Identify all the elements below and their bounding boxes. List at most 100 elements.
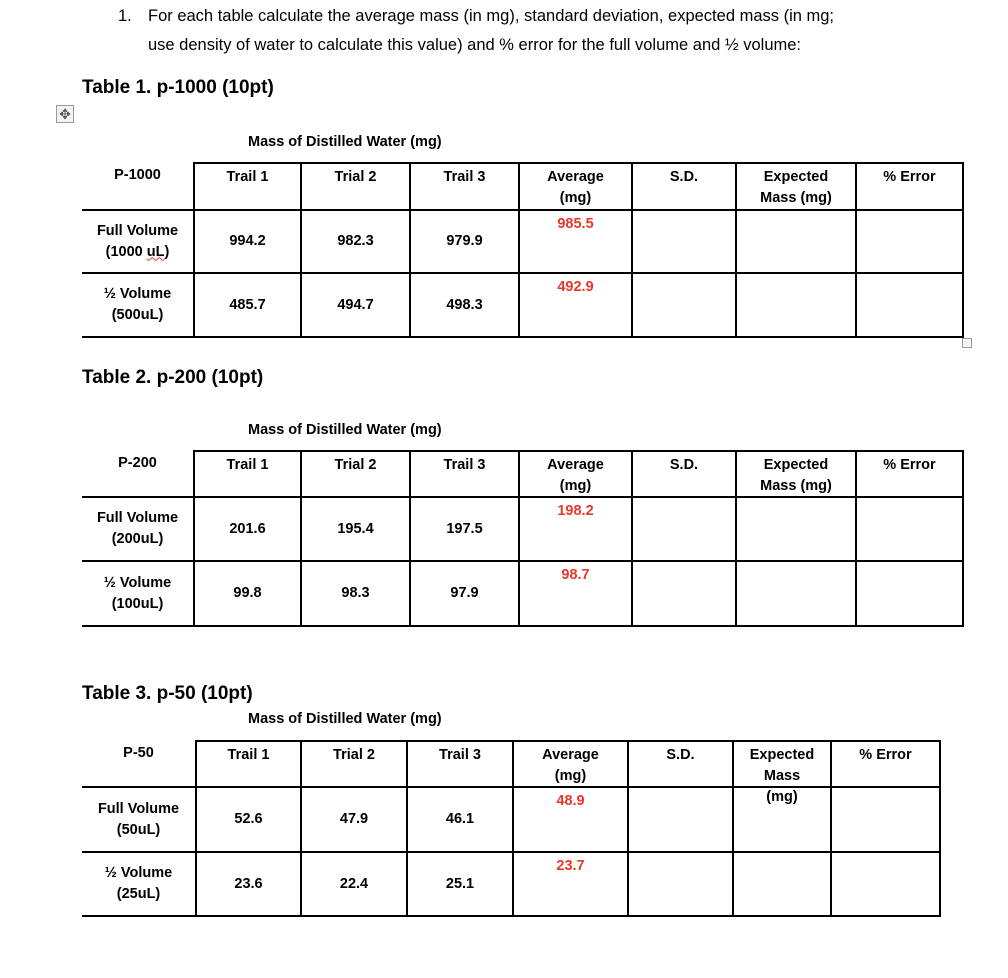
header-trial-1: Trail 1	[226, 169, 269, 185]
row-label: ½ Volume (100uL)	[82, 562, 193, 625]
percent-error-value[interactable]	[832, 788, 939, 851]
header-expected-mass: Expected Mass (mg)	[749, 747, 815, 805]
table-col-divider	[962, 450, 964, 627]
table-corner-label: P-50	[123, 745, 154, 761]
table-move-handle-icon[interactable]: ✥	[56, 105, 74, 123]
percent-error-value[interactable]	[857, 211, 962, 272]
row-label: ½ Volume (25uL)	[82, 853, 195, 915]
average-value[interactable]: 492.9	[520, 274, 631, 336]
expected-mass-value[interactable]	[734, 853, 830, 915]
trial-1-value[interactable]: 23.6	[197, 853, 300, 915]
table-row-divider	[82, 625, 964, 627]
trial-3-value[interactable]: 979.9	[411, 211, 518, 272]
header-average: Average (mg)	[547, 457, 604, 494]
percent-error-value[interactable]	[857, 274, 962, 336]
header-percent-error: % Error	[883, 169, 936, 185]
sd-value[interactable]	[633, 274, 735, 336]
trial-3-value[interactable]: 197.5	[411, 498, 518, 560]
expected-mass-value[interactable]	[737, 274, 855, 336]
table-resize-handle[interactable]	[962, 338, 972, 348]
row-label-line-1: ½ Volume	[103, 574, 172, 591]
table-title: Table 3. p-50 (10pt)	[82, 683, 253, 704]
row-label: Full Volume (1000 uL)	[82, 211, 193, 272]
trial-1-value[interactable]: 994.2	[195, 211, 300, 272]
table-row-divider	[82, 336, 964, 338]
sd-value[interactable]	[633, 498, 735, 560]
header-trial-3: Trail 3	[443, 169, 486, 185]
average-value[interactable]: 985.5	[520, 211, 631, 272]
header-trial-2: Trial 2	[334, 169, 377, 185]
average-value[interactable]: 98.7	[520, 562, 631, 625]
header-average: Average (mg)	[547, 169, 604, 206]
table-col-divider	[939, 740, 941, 917]
row-label-line-1: Full Volume	[97, 800, 180, 817]
spellcheck-underline: uL	[146, 243, 165, 260]
header-trial-3: Trail 3	[439, 747, 481, 763]
trial-3-value[interactable]: 46.1	[408, 788, 512, 851]
row-label-line-1: Full Volume	[96, 510, 179, 526]
average-value[interactable]: 198.2	[520, 498, 631, 560]
header-sd: S.D.	[666, 747, 695, 763]
trial-3-value[interactable]: 498.3	[411, 274, 518, 336]
trial-2-value[interactable]: 982.3	[302, 211, 409, 272]
header-expected-mass: Expected Mass (mg)	[760, 169, 832, 206]
sd-value[interactable]	[629, 788, 732, 851]
trial-3-value[interactable]: 97.9	[411, 562, 518, 625]
row-label-line-1: Full Volume	[96, 222, 179, 239]
trial-1-value[interactable]: 52.6	[197, 788, 300, 851]
trial-2-value[interactable]: 98.3	[302, 562, 409, 625]
header-trial-3: Trail 3	[443, 457, 486, 473]
table-caption: Mass of Distilled Water (mg)	[248, 711, 442, 727]
header-trial-2: Trial 2	[334, 457, 377, 473]
table-title: Table 1. p-1000 (10pt)	[82, 77, 274, 98]
expected-mass-value[interactable]	[737, 211, 855, 272]
expected-mass-value[interactable]	[737, 498, 855, 560]
sd-value[interactable]	[633, 211, 735, 272]
trial-1-value[interactable]: 99.8	[195, 562, 300, 625]
sd-value[interactable]	[633, 562, 735, 625]
header-percent-error: % Error	[859, 747, 912, 763]
instruction-line-1: For each table calculate the average mas…	[148, 7, 835, 25]
row-label-line-2: (100uL)	[111, 595, 164, 612]
sd-value[interactable]	[629, 853, 732, 915]
header-sd: S.D.	[669, 457, 699, 473]
header-percent-error: % Error	[883, 457, 936, 473]
table-corner-label: P-1000	[114, 167, 161, 183]
instruction-number: 1.	[118, 7, 132, 25]
trial-1-value[interactable]: 201.6	[195, 498, 300, 560]
header-trial-1: Trail 1	[226, 457, 269, 473]
expected-mass-value[interactable]	[734, 788, 830, 851]
header-trial-1: Trail 1	[227, 747, 270, 763]
row-label-line-1: ½ Volume	[103, 286, 172, 302]
trial-3-value[interactable]: 25.1	[408, 853, 512, 915]
percent-error-value[interactable]	[857, 498, 962, 560]
row-label-line-2: (25uL)	[116, 886, 161, 902]
row-label-line-2: (500uL)	[111, 307, 164, 323]
header-sd: S.D.	[669, 169, 699, 185]
table-col-divider	[962, 162, 964, 338]
expected-mass-value[interactable]	[737, 562, 855, 625]
average-value[interactable]: 48.9	[514, 788, 627, 851]
header-expected-mass: Expected Mass (mg)	[760, 457, 832, 494]
trial-1-value[interactable]: 485.7	[195, 274, 300, 336]
header-trial-2: Trial 2	[333, 747, 375, 763]
row-label: ½ Volume (500uL)	[82, 274, 193, 336]
row-label-line-2: (1000 uL)	[105, 243, 170, 260]
percent-error-value[interactable]	[857, 562, 962, 625]
table-caption: Mass of Distilled Water (mg)	[248, 422, 442, 438]
table-title: Table 2. p-200 (10pt)	[82, 367, 264, 388]
row-label: Full Volume (50uL)	[82, 788, 195, 851]
row-label-line-2: (50uL)	[116, 821, 161, 838]
header-average: Average (mg)	[542, 747, 599, 784]
row-label: Full Volume (200uL)	[82, 498, 193, 560]
average-value[interactable]: 23.7	[514, 853, 627, 915]
trial-2-value[interactable]: 47.9	[302, 788, 406, 851]
table-caption: Mass of Distilled Water (mg)	[248, 134, 442, 150]
percent-error-value[interactable]	[832, 853, 939, 915]
trial-2-value[interactable]: 195.4	[302, 498, 409, 560]
trial-2-value[interactable]: 22.4	[302, 853, 406, 915]
row-label-line-2: (200uL)	[111, 531, 164, 547]
instruction-line-2: use density of water to calculate this v…	[148, 36, 801, 54]
instruction-text: For each table calculate the average mas…	[148, 2, 928, 60]
trial-2-value[interactable]: 494.7	[302, 274, 409, 336]
